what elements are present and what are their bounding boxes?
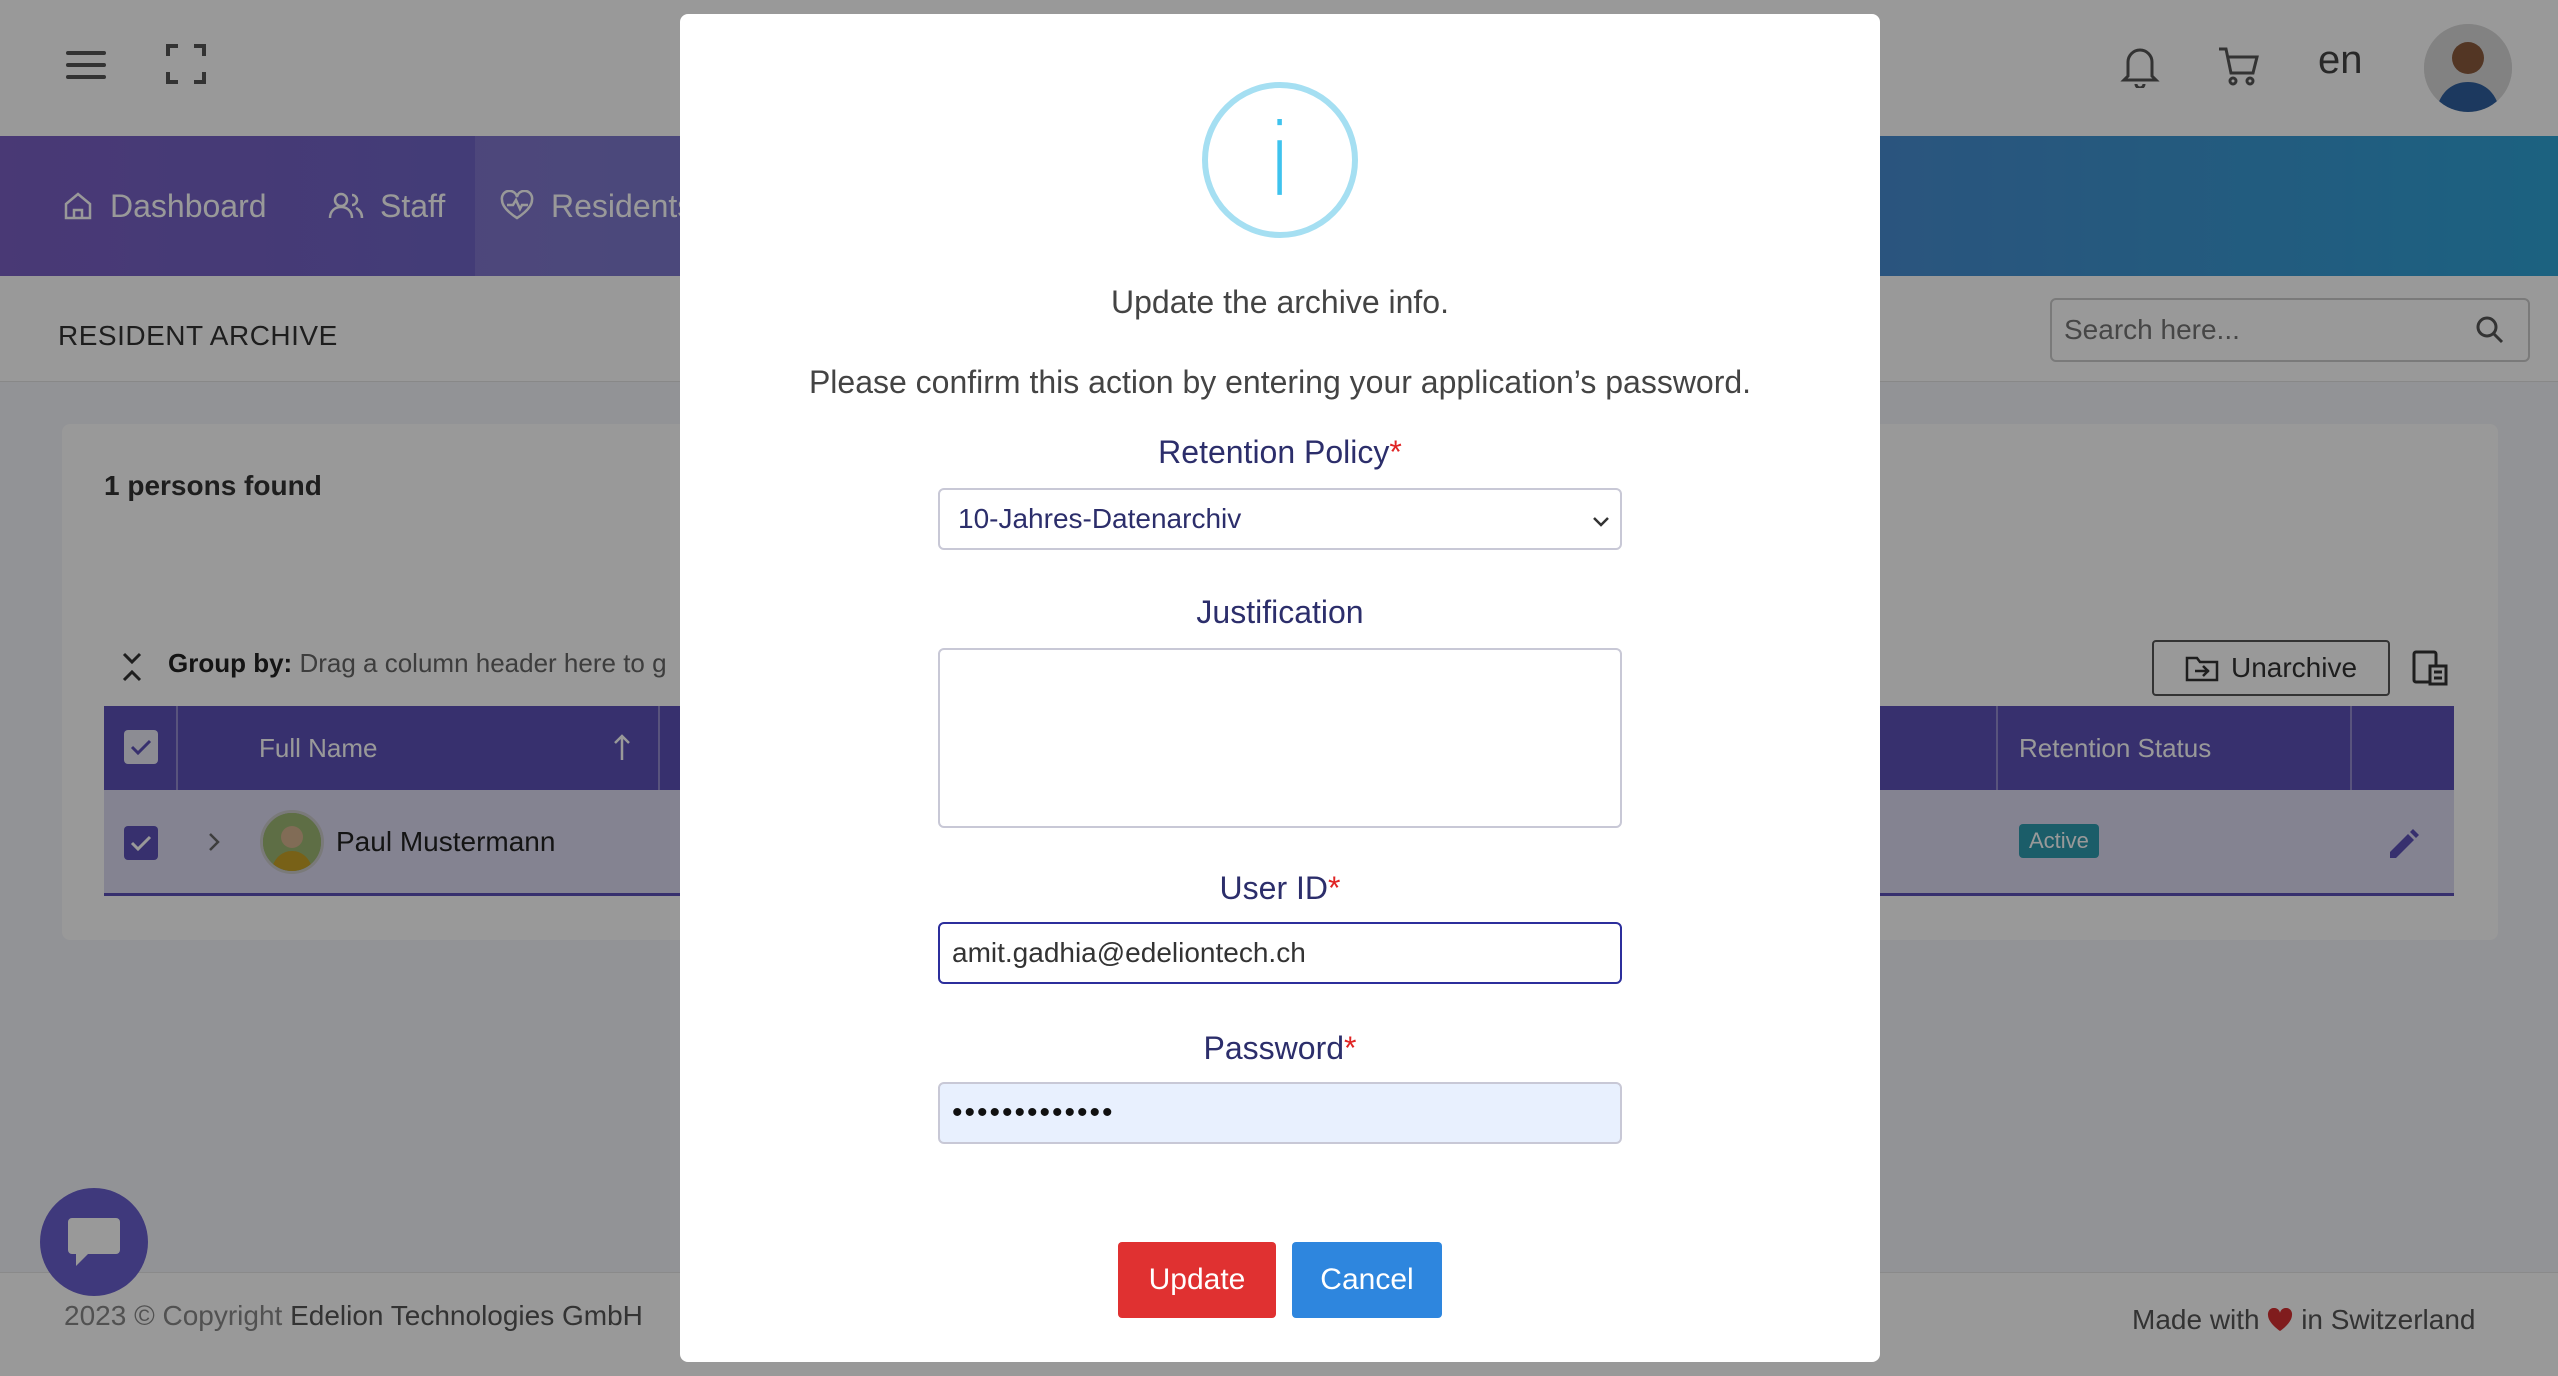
required-marker: * [1389, 434, 1402, 470]
password-label-text: Password [1203, 1030, 1345, 1066]
update-button[interactable]: Update [1118, 1242, 1276, 1318]
user-id-field[interactable]: amit.gadhia@edeliontech.ch [938, 922, 1622, 984]
info-icon: i [1202, 82, 1358, 238]
dialog-subtitle: Please confirm this action by entering y… [808, 364, 1752, 400]
update-archive-dialog: i Update the archive info. Please confir… [680, 14, 1880, 1362]
user-id-label: User ID* [680, 870, 1880, 907]
justification-textarea[interactable] [938, 648, 1622, 828]
retention-policy-value: 10-Jahres-Datenarchiv [958, 503, 1242, 534]
retention-policy-select[interactable]: 10-Jahres-Datenarchiv [938, 488, 1622, 550]
user-id-label-text: User ID [1219, 870, 1328, 906]
required-marker: * [1328, 870, 1341, 906]
justification-label: Justification [1196, 594, 1364, 630]
dialog-title: Update the archive info. [1111, 284, 1449, 320]
password-field[interactable]: ••••••••••••• [938, 1082, 1622, 1144]
password-label: Password* [680, 1030, 1880, 1067]
cancel-button[interactable]: Cancel [1292, 1242, 1442, 1318]
retention-policy-label: Retention Policy* [680, 434, 1880, 471]
required-marker: * [1344, 1030, 1357, 1066]
retention-policy-label-text: Retention Policy [1158, 434, 1390, 470]
chevron-down-icon [1593, 517, 1609, 527]
